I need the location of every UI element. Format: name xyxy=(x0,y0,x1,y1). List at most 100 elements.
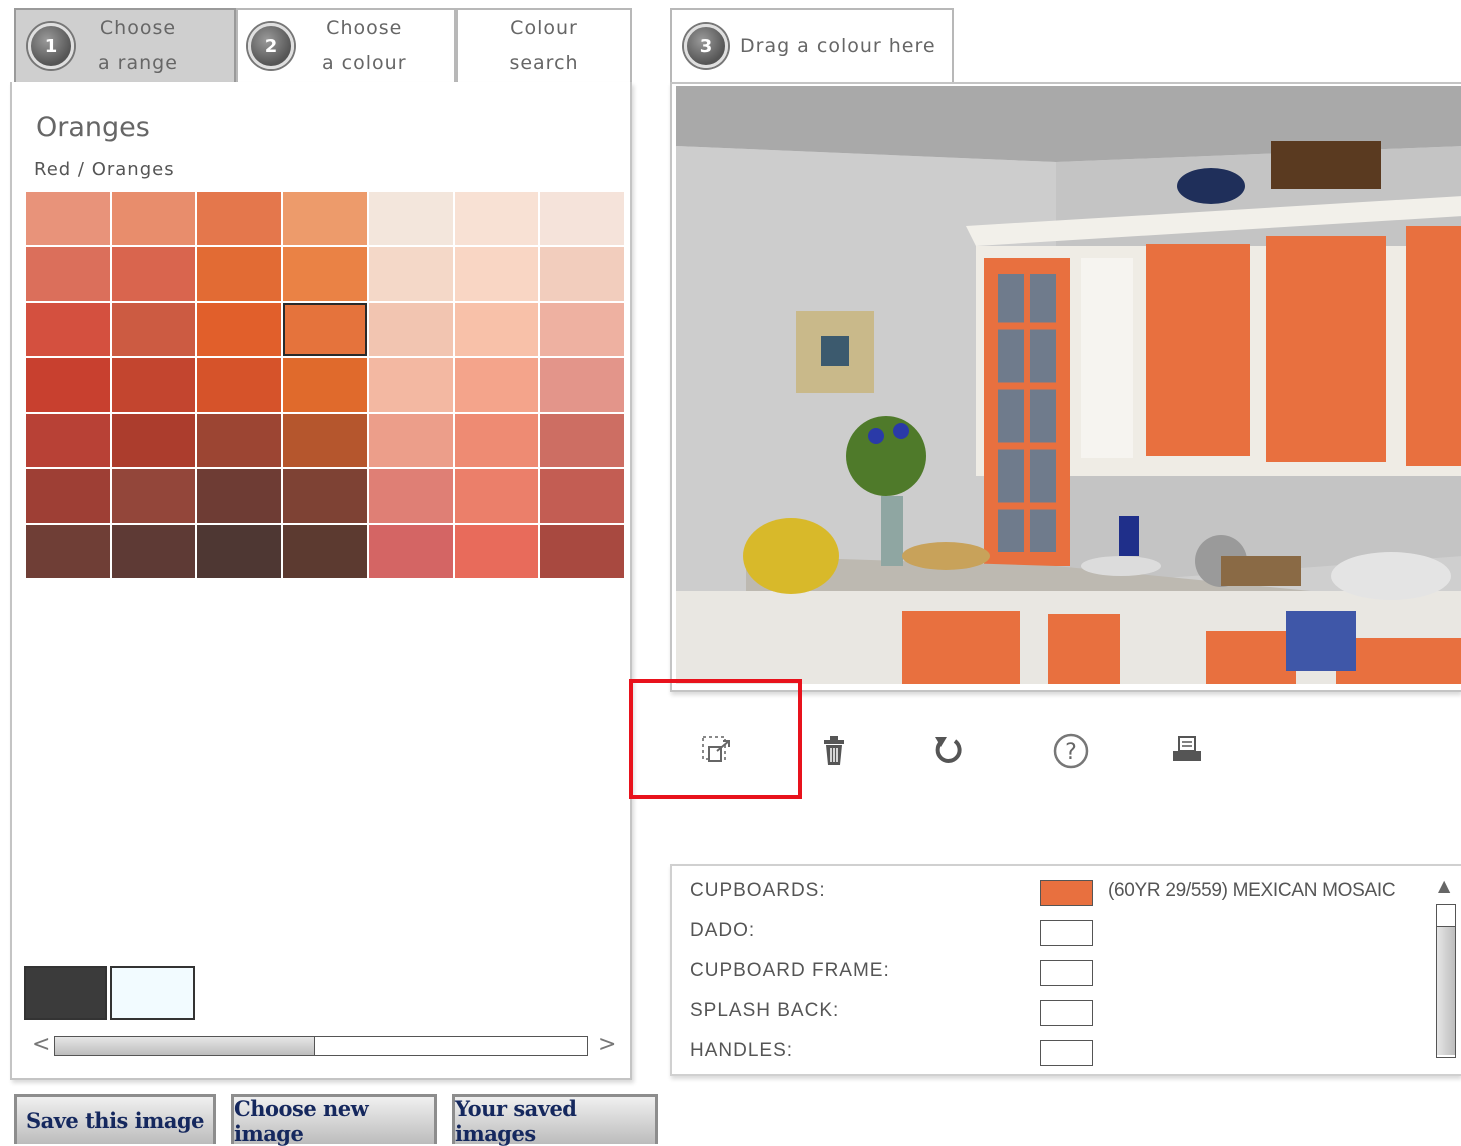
tab-choose-range[interactable]: 1 Choose a range xyxy=(14,8,236,82)
colour-swatch[interactable] xyxy=(540,358,624,412)
choose-new-image-button[interactable]: Choose new image xyxy=(231,1094,437,1146)
save-image-button[interactable]: Save this image xyxy=(14,1094,216,1144)
range-title: Oranges xyxy=(36,112,150,143)
colour-swatch[interactable] xyxy=(197,469,282,523)
assign-label: HANDLES: xyxy=(690,1040,794,1061)
recent-swatch-light[interactable] xyxy=(110,966,195,1020)
assign-swatch[interactable] xyxy=(1040,920,1093,946)
colour-swatch[interactable] xyxy=(540,524,624,578)
assign-swatch[interactable] xyxy=(1040,880,1093,906)
colour-swatch[interactable] xyxy=(111,247,196,301)
assign-scrollbar[interactable]: ▲ xyxy=(1434,876,1458,1058)
colour-swatch[interactable] xyxy=(26,358,110,412)
colour-swatch[interactable] xyxy=(540,413,624,468)
print-icon[interactable] xyxy=(1164,728,1210,774)
assign-row-dado: DADO: xyxy=(690,918,1450,948)
assign-label: CUPBOARD FRAME: xyxy=(690,960,890,981)
colour-swatch[interactable] xyxy=(368,302,453,357)
assign-scrollbar-track[interactable] xyxy=(1436,904,1456,1058)
colour-swatch[interactable] xyxy=(26,413,110,468)
swatch-scrollbar[interactable]: < > xyxy=(24,1030,622,1060)
colour-swatch[interactable] xyxy=(197,247,282,301)
colour-swatch[interactable] xyxy=(454,524,539,578)
colour-swatch[interactable] xyxy=(454,247,539,301)
colour-swatch[interactable] xyxy=(540,247,624,301)
kitchen-scene xyxy=(676,86,1461,684)
colour-swatch[interactable] xyxy=(454,358,539,412)
colour-swatch[interactable] xyxy=(111,192,196,246)
colour-swatch[interactable] xyxy=(540,469,624,523)
recent-swatch-dark[interactable] xyxy=(24,966,107,1020)
colour-swatch[interactable] xyxy=(26,302,110,357)
colour-swatch[interactable] xyxy=(197,358,282,412)
your-saved-images-button[interactable]: Your saved images xyxy=(452,1094,658,1146)
colour-swatch[interactable] xyxy=(111,413,196,468)
colour-swatch[interactable] xyxy=(454,469,539,523)
scroll-up-icon[interactable]: ▲ xyxy=(1438,876,1450,895)
assign-swatch[interactable] xyxy=(1040,960,1093,986)
colour-swatch[interactable] xyxy=(111,524,196,578)
assign-colour-name: (60YR 29/559) MEXICAN MOSAIC xyxy=(1108,880,1396,901)
colour-swatch[interactable] xyxy=(283,524,367,578)
assign-label: CUPBOARDS: xyxy=(690,880,826,901)
colour-swatch[interactable] xyxy=(26,247,110,301)
drag-colour-label: Drag a colour here xyxy=(740,34,936,57)
colour-swatch[interactable] xyxy=(111,469,196,523)
colour-swatch[interactable] xyxy=(454,192,539,246)
scroll-right-icon[interactable]: > xyxy=(598,1032,616,1057)
colour-swatch[interactable] xyxy=(283,192,367,246)
assign-swatch[interactable] xyxy=(1040,1040,1093,1066)
drag-colour-target[interactable]: 3 Drag a colour here xyxy=(670,8,954,82)
help-icon[interactable]: ? xyxy=(1048,728,1094,774)
colour-swatch[interactable] xyxy=(283,413,367,468)
colour-swatch[interactable] xyxy=(283,358,367,412)
colour-swatch[interactable] xyxy=(283,247,367,301)
svg-text:?: ? xyxy=(1065,740,1077,765)
colour-swatch[interactable] xyxy=(368,413,453,468)
scrollbar-thumb[interactable] xyxy=(55,1037,315,1055)
colour-swatch[interactable] xyxy=(540,302,624,357)
colour-swatch[interactable] xyxy=(197,524,282,578)
tab-choose-colour[interactable]: 2 Choose a colour xyxy=(236,8,456,82)
colour-swatch[interactable] xyxy=(26,524,110,578)
colour-swatch-grid xyxy=(26,192,624,578)
assign-scrollbar-thumb[interactable] xyxy=(1437,905,1455,927)
colour-swatch[interactable] xyxy=(197,192,282,246)
step-2-icon: 2 xyxy=(248,23,294,69)
colour-swatch[interactable] xyxy=(111,302,196,357)
room-image[interactable] xyxy=(670,82,1461,692)
colour-swatch[interactable] xyxy=(283,469,367,523)
assign-label: DADO: xyxy=(690,920,756,941)
assign-row-cupboard-frame: CUPBOARD FRAME: xyxy=(690,958,1450,988)
colour-swatch[interactable] xyxy=(26,192,110,246)
step-3-icon: 3 xyxy=(684,24,728,68)
colour-swatch[interactable] xyxy=(197,302,282,357)
colour-swatch[interactable] xyxy=(540,192,624,246)
colour-swatch[interactable] xyxy=(111,358,196,412)
select-area-icon[interactable] xyxy=(694,728,740,774)
scrollbar-track[interactable] xyxy=(54,1036,588,1056)
undo-icon[interactable] xyxy=(926,728,972,774)
scroll-left-icon[interactable]: < xyxy=(32,1032,50,1057)
colour-swatch[interactable] xyxy=(368,192,453,246)
assign-swatch[interactable] xyxy=(1040,1000,1093,1026)
colour-swatch[interactable] xyxy=(26,469,110,523)
tab-colour-search[interactable]: Colour search xyxy=(456,8,632,82)
tab-choose-colour-label: Choose a colour xyxy=(322,17,407,74)
colour-swatch[interactable] xyxy=(454,413,539,468)
assign-row-cupboards: CUPBOARDS: (60YR 29/559) MEXICAN MOSAIC xyxy=(690,878,1450,908)
tab-choose-range-label: Choose a range xyxy=(98,17,178,74)
colour-swatch[interactable] xyxy=(368,247,453,301)
colour-swatch[interactable] xyxy=(454,302,539,357)
colour-swatch[interactable] xyxy=(368,524,453,578)
colour-swatch[interactable] xyxy=(283,302,367,357)
trash-icon[interactable] xyxy=(811,728,857,774)
tab-colour-search-label: Colour search xyxy=(509,17,579,74)
colour-swatch[interactable] xyxy=(197,413,282,468)
colour-swatch[interactable] xyxy=(368,358,453,412)
assign-row-handles: HANDLES: xyxy=(690,1038,1450,1068)
colour-swatch[interactable] xyxy=(368,469,453,523)
assign-label: SPLASH BACK: xyxy=(690,1000,840,1021)
range-breadcrumb: Red / Oranges xyxy=(34,159,175,180)
step-1-icon: 1 xyxy=(28,23,74,69)
